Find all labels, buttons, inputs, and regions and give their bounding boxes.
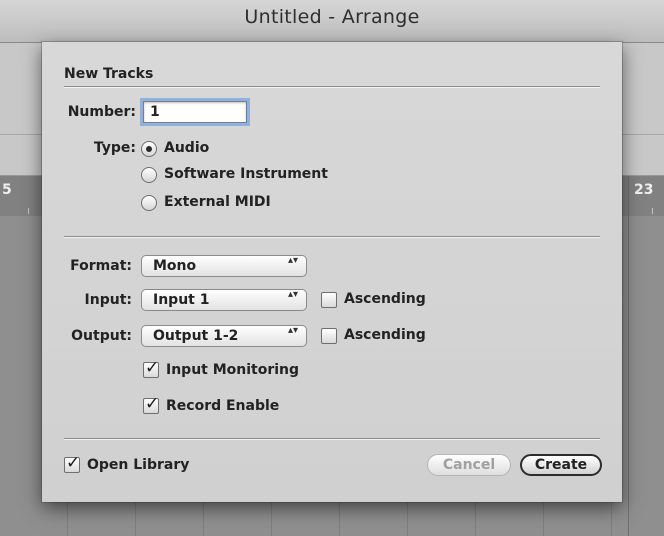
arrange-window-title: Untitled - Arrange — [244, 6, 420, 28]
create-button[interactable]: Create — [520, 454, 602, 476]
type-software-instrument-radio[interactable] — [141, 167, 157, 183]
input-popup-value: Input 1 — [153, 292, 210, 308]
format-label: Format: — [70, 258, 132, 274]
cancel-button[interactable]: Cancel — [427, 454, 511, 476]
type-external-midi-label[interactable]: External MIDI — [164, 194, 271, 210]
ruler-bar-number-right: 23 — [634, 182, 654, 198]
ruler-tick — [28, 208, 29, 214]
input-ascending-label[interactable]: Ascending — [344, 291, 426, 307]
dialog-title: New Tracks — [64, 66, 154, 82]
output-ascending-checkbox[interactable] — [321, 328, 337, 344]
type-external-midi-radio[interactable] — [141, 195, 157, 211]
type-audio-label[interactable]: Audio — [164, 140, 209, 156]
type-audio-radio[interactable] — [141, 141, 157, 157]
output-ascending-label[interactable]: Ascending — [344, 327, 426, 343]
checkmark-icon: ✓ — [145, 394, 160, 414]
type-label: Type: — [93, 140, 136, 156]
format-popup[interactable]: Mono ▴▾ — [141, 255, 307, 277]
output-popup-value: Output 1-2 — [153, 328, 239, 344]
output-popup[interactable]: Output 1-2 ▴▾ — [141, 325, 307, 347]
ruler-tick — [652, 208, 653, 214]
ruler-divider — [628, 176, 629, 536]
checkmark-icon: ✓ — [145, 358, 160, 378]
new-tracks-dialog: New Tracks Number: 1 Type: Audio Softwar… — [42, 42, 622, 502]
title-separator — [64, 86, 600, 88]
arrange-title-bar: Untitled - Arrange — [0, 0, 664, 43]
popup-arrows-icon: ▴▾ — [287, 289, 298, 300]
output-label: Output: — [71, 328, 132, 344]
number-label: Number: — [67, 104, 136, 120]
open-library-label[interactable]: Open Library — [87, 457, 189, 473]
number-field[interactable]: 1 — [143, 101, 247, 123]
input-ascending-checkbox[interactable] — [321, 292, 337, 308]
type-separator — [64, 236, 600, 238]
input-monitoring-checkbox[interactable]: ✓ — [143, 358, 159, 378]
type-software-instrument-label[interactable]: Software Instrument — [164, 166, 328, 182]
popup-arrows-icon: ▴▾ — [287, 255, 298, 266]
open-library-checkbox[interactable]: ✓ — [64, 453, 80, 473]
record-enable-label[interactable]: Record Enable — [166, 398, 279, 414]
checkmark-icon: ✓ — [66, 453, 81, 473]
popup-arrows-icon: ▴▾ — [287, 325, 298, 336]
ruler-bar-number-left: 5 — [2, 182, 12, 198]
format-popup-value: Mono — [153, 258, 197, 274]
options-separator — [64, 438, 600, 440]
input-monitoring-label[interactable]: Input Monitoring — [166, 362, 299, 378]
input-label: Input: — [84, 292, 132, 308]
record-enable-checkbox[interactable]: ✓ — [143, 394, 159, 414]
input-popup[interactable]: Input 1 ▴▾ — [141, 289, 307, 311]
